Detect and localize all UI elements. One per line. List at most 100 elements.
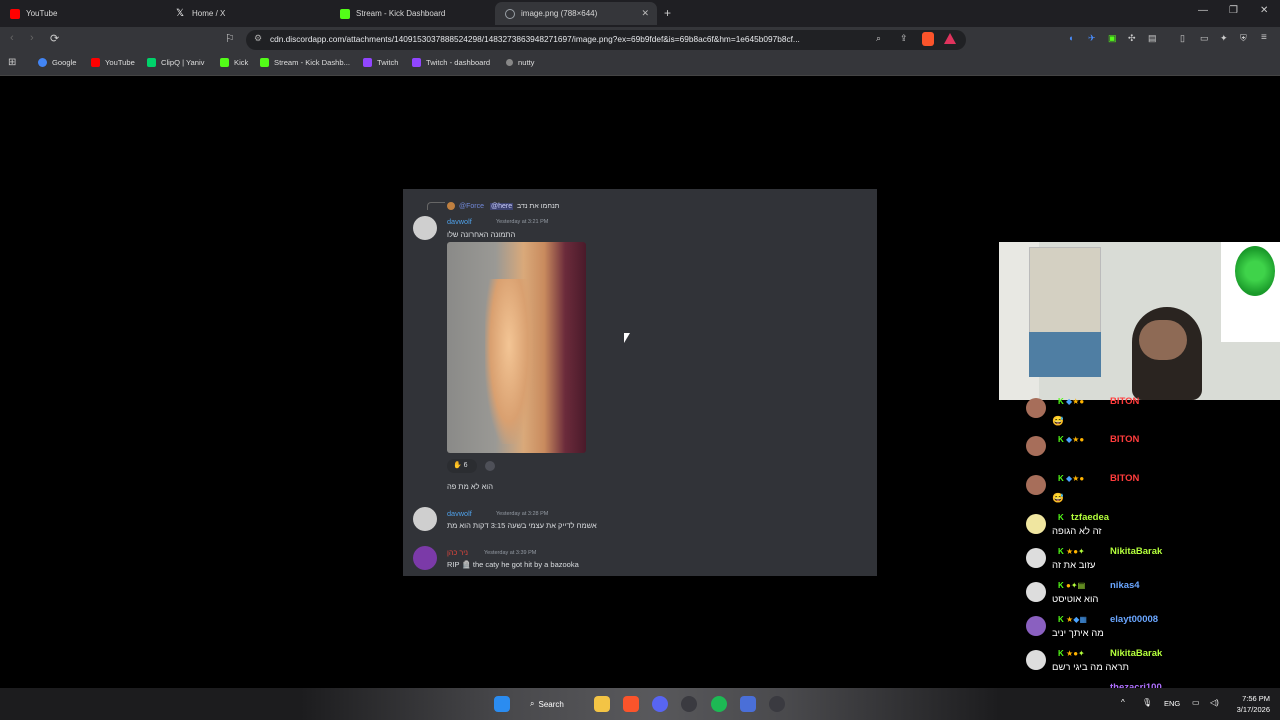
taskbar: ⌕ Search ^ 🎙 ENG ▭ ◁) 7:56 PM 3/17/2026 [0,688,1280,720]
reply-connector [427,202,445,210]
badges: K ◆★● [1058,435,1085,444]
bookmark-label: Kick [234,58,249,67]
chat-text: תראה מה ביגי רשם [1052,662,1129,673]
brave-browser-icon[interactable] [623,696,639,712]
network-icon[interactable]: ▭ [1192,698,1200,707]
chat-text: 😅 [1052,416,1064,427]
extensions-puzzle-icon[interactable]: ✣ [1128,33,1136,44]
wallet-icon[interactable]: ▭ [1200,33,1209,44]
kick-icon [220,58,229,67]
tab-strip: YouTube 𝕏 Home / X Stream - Kick Dashboa… [0,0,1280,27]
brave-rewards-icon[interactable] [944,33,956,44]
badges: K ★◆▦ [1058,615,1087,624]
chat-username[interactable]: BITON [1110,473,1139,484]
bookmark-twitch-dashboard[interactable]: Twitch - dashboard [412,58,490,67]
avatar [1026,616,1046,636]
reload-icon[interactable]: ⟳ [50,32,59,45]
add-reaction-icon[interactable] [485,461,495,471]
media-icon[interactable]: ▤ [1148,33,1157,44]
vpn-icon[interactable]: ⛨ [1240,33,1247,44]
url-text: cdn.discordapp.com/attachments/140915303… [270,34,800,44]
sidebar-icon[interactable]: ▯ [1180,33,1185,44]
app-icon[interactable] [681,696,697,712]
microphone-icon[interactable]: 🎙 [1142,698,1152,707]
brave-shields-icon[interactable] [922,32,934,46]
extension-icon[interactable]: ▣ [1108,33,1117,44]
chat-username[interactable]: elayt00008 [1110,614,1158,625]
windows-start-icon[interactable] [494,696,510,712]
volume-icon[interactable]: ◁) [1210,698,1219,707]
extension-icon[interactable]: ✈ [1088,33,1096,44]
chevron-up-icon[interactable]: ^ [1121,698,1125,707]
chat-username[interactable]: BITON [1110,396,1139,407]
taskbar-search[interactable]: ⌕ Search [530,696,580,712]
bookmark-clipq[interactable]: ClipQ | Yaniv [147,58,204,67]
leo-icon[interactable]: ✦ [1220,33,1228,44]
message-text: אשמח לדייק את עצמי בשעה 3:15 דקות הוא מת [447,521,597,530]
extension-icon[interactable]: ◖ [1068,33,1073,43]
bookmark-label: Stream - Kick Dashb... [274,58,350,67]
twitch-icon [412,58,421,67]
chat-username[interactable]: tzfaedea [1071,512,1109,523]
clock-date: 3/17/2026 [1236,705,1270,714]
app-icon[interactable] [740,696,756,712]
mascot-sticker-icon [1235,246,1275,296]
language-indicator[interactable]: ENG [1164,699,1180,708]
bookmark-kick-dashboard[interactable]: Stream - Kick Dashb... [260,58,350,67]
bookmark-label: nutty [518,58,535,67]
chat-username[interactable]: NikitaBarak [1110,648,1162,659]
bookmark-label: Twitch [377,58,399,67]
close-window-icon[interactable]: ✕ [1260,5,1268,16]
avatar [413,216,437,240]
chat-message: K tzfaedea זה לא הגופה [1024,512,1274,546]
tab-label: YouTube [26,9,58,18]
site-info-icon[interactable]: ⚙ [254,33,262,44]
spotify-icon[interactable] [711,696,727,712]
apps-grid-icon[interactable]: ⊞ [8,57,16,68]
author-name: ניר כהן [447,548,469,557]
system-clock[interactable]: 7:56 PM 3/17/2026 [1237,693,1270,715]
pray-emoji-icon: ✋ [453,462,462,469]
discord-icon[interactable] [652,696,668,712]
reaction-badge[interactable]: ✋ 6 [447,459,477,473]
minimize-icon[interactable]: — [1198,5,1208,16]
tab-kick-dashboard[interactable]: Stream - Kick Dashboard [330,2,496,25]
address-bar[interactable]: ⚙ cdn.discordapp.com/attachments/1409153… [246,30,966,50]
forward-icon[interactable]: › [30,32,34,44]
kick-icon [340,8,350,19]
message-text: RIP 🪦 the caty he got hit by a bazooka [447,560,579,569]
taskbar-background-blur [300,688,1000,720]
reply-mention-here: @here [490,203,514,210]
badges: K ★●✦ [1058,547,1085,556]
tab-image[interactable]: image.png (788×644) ✕ [495,2,657,25]
file-explorer-icon[interactable] [594,696,610,712]
bookmark-nutty[interactable]: nutty [506,58,534,67]
reply-avatar [447,202,455,210]
share-icon[interactable]: ⇪ [900,33,908,44]
streamer-face [1139,320,1187,360]
restore-icon[interactable]: ❐ [1229,5,1238,16]
tab-youtube[interactable]: YouTube [0,2,166,25]
chat-message: K ◆★● BITON [1024,434,1274,468]
chat-username[interactable]: BITON [1110,434,1139,445]
bookmark-kick[interactable]: Kick [220,58,248,67]
close-tab-icon[interactable]: ✕ [641,8,649,19]
bookmark-youtube[interactable]: YouTube [91,58,135,67]
zoom-icon[interactable]: ⌕ [876,33,881,44]
globe-icon [505,8,515,19]
webcam-overlay [999,242,1280,400]
new-tab-icon[interactable]: + [664,6,671,20]
menu-icon[interactable]: ≡ [1261,32,1267,43]
x-logo-icon: 𝕏 [176,7,185,19]
bookmark-icon[interactable]: ⚐ [225,32,235,45]
tab-x[interactable]: 𝕏 Home / X [166,2,332,25]
obs-icon[interactable] [769,696,785,712]
bookmark-twitch[interactable]: Twitch [363,58,399,67]
bookmark-google[interactable]: Google [38,58,77,67]
chat-username[interactable]: NikitaBarak [1110,546,1162,557]
back-icon[interactable]: ‹ [10,32,14,44]
chat-username[interactable]: nikas4 [1110,580,1140,591]
badges: K [1058,513,1064,522]
message-text: התמונה האחרונה שלו [447,230,516,239]
avatar [1026,398,1046,418]
